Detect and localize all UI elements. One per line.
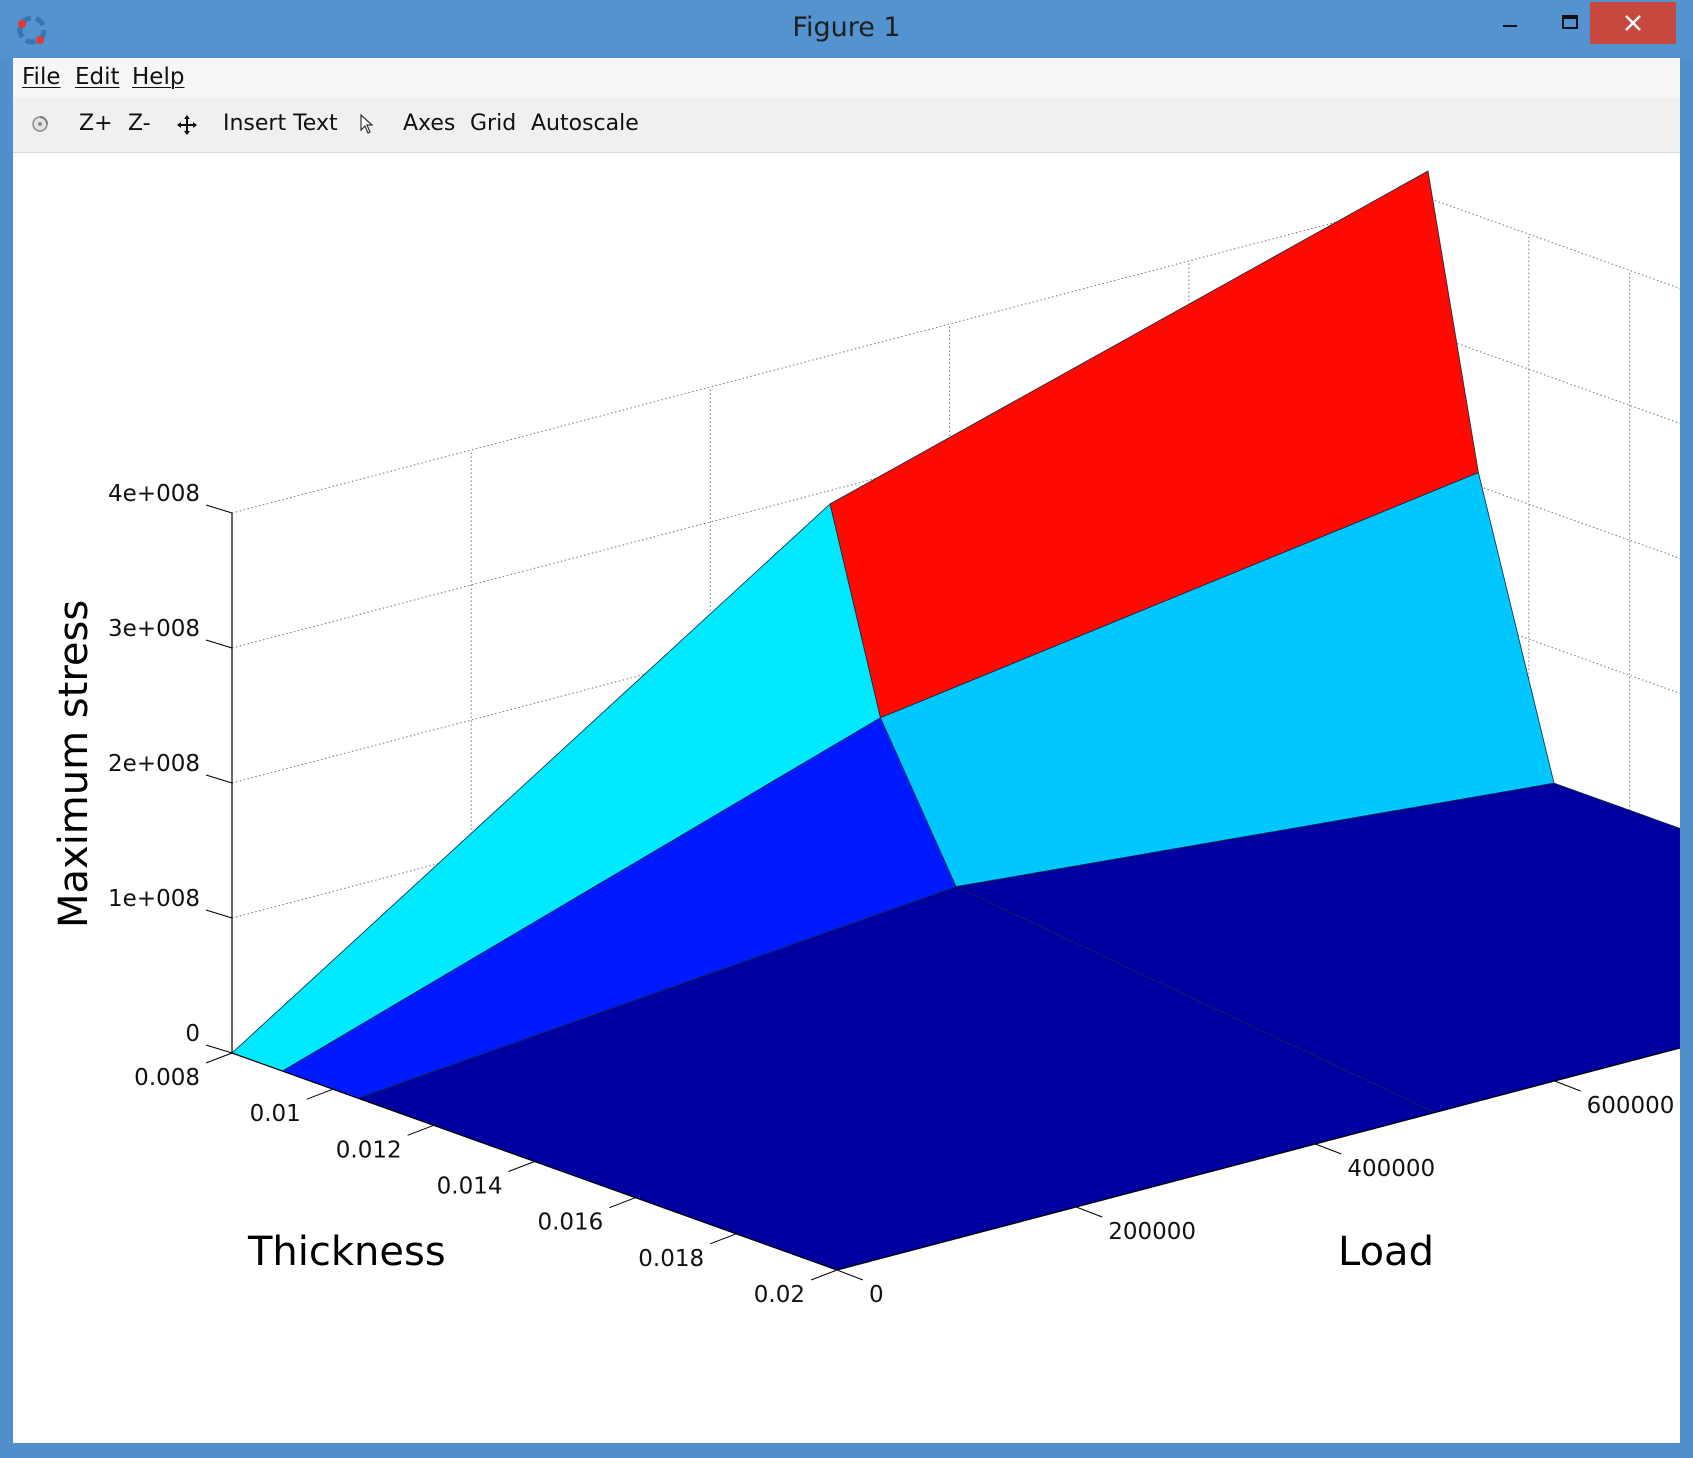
y-tick (1554, 1080, 1581, 1092)
y-tick-label: 0 (869, 1282, 884, 1308)
z-tick-label: 4e+008 (108, 481, 200, 507)
y-tick-label: 400000 (1347, 1156, 1435, 1182)
x-tick (709, 1233, 737, 1245)
x-axis-label: Thickness (247, 1229, 446, 1275)
menu-file[interactable]: File (22, 64, 61, 90)
menu-help[interactable]: Help (132, 64, 184, 90)
maximize-icon (1562, 15, 1578, 29)
z-tick (205, 909, 233, 919)
x-tick (407, 1124, 434, 1136)
z-tick-label: 3e+008 (108, 616, 200, 642)
minimize-icon (1503, 25, 1517, 27)
window-title: Figure 1 (792, 12, 901, 43)
z-tick-label: 1e+008 (108, 886, 200, 912)
menu-bar: File Edit Help (13, 58, 1680, 98)
x-tick-label: 0.008 (134, 1065, 200, 1091)
y-tick (1315, 1143, 1342, 1155)
zoom-out-button[interactable]: Z- (128, 111, 151, 136)
pan-icon[interactable] (176, 114, 198, 136)
y-tick (836, 1269, 864, 1281)
grid-button[interactable]: Grid (470, 111, 516, 136)
x-tick-label: 0.02 (754, 1282, 805, 1308)
x-tick (508, 1161, 535, 1172)
y-tick-label: 600000 (1587, 1093, 1675, 1119)
x-tick (306, 1088, 334, 1100)
axes-button[interactable]: Axes (403, 111, 455, 136)
z-tick-label: 0 (185, 1021, 200, 1047)
x-tick (810, 1269, 838, 1281)
x-tick-label: 0.018 (638, 1246, 704, 1272)
z-tick (205, 774, 233, 784)
x-tick (205, 1052, 233, 1064)
z-tick-label: 2e+008 (108, 751, 200, 777)
minimize-button[interactable] (1480, 0, 1540, 44)
z-axis-label: Maximum stress (51, 600, 97, 928)
close-icon (1625, 15, 1641, 31)
z-tick (205, 1044, 233, 1054)
plot-canvas[interactable]: 0 1e+008 2e+008 3e+008 4e+008 0.008 0.01 0.012 0… (13, 153, 1680, 1443)
close-button[interactable] (1590, 2, 1676, 44)
z-tick (205, 504, 233, 514)
x-tick-label: 0.014 (437, 1174, 503, 1200)
toolbar: Z+ Z- Insert Text Axes Grid Autoscale (13, 98, 1680, 153)
y-tick (1076, 1206, 1103, 1218)
y-tick-label: 200000 (1108, 1219, 1196, 1245)
rotate-icon[interactable] (30, 114, 50, 134)
y-axis-label: Load (1338, 1229, 1434, 1275)
x-tick-label: 0.016 (537, 1210, 603, 1236)
x-tick (609, 1197, 636, 1209)
figure-window: Figure 1 File Edit Help Z+ Z- Insert Tex… (0, 0, 1693, 1458)
z-tick (205, 639, 233, 649)
zoom-in-button[interactable]: Z+ (79, 111, 113, 136)
x-tick-label: 0.012 (336, 1137, 402, 1163)
menu-edit[interactable]: Edit (75, 64, 120, 90)
insert-text-button[interactable]: Insert Text (223, 111, 338, 136)
pointer-icon[interactable] (359, 113, 375, 135)
surface-plot[interactable]: 0 1e+008 2e+008 3e+008 4e+008 0.008 0.01 0.012 0… (13, 153, 1680, 1443)
autoscale-button[interactable]: Autoscale (531, 111, 639, 136)
x-tick-label: 0.01 (250, 1101, 301, 1127)
title-bar[interactable]: Figure 1 (0, 0, 1693, 58)
